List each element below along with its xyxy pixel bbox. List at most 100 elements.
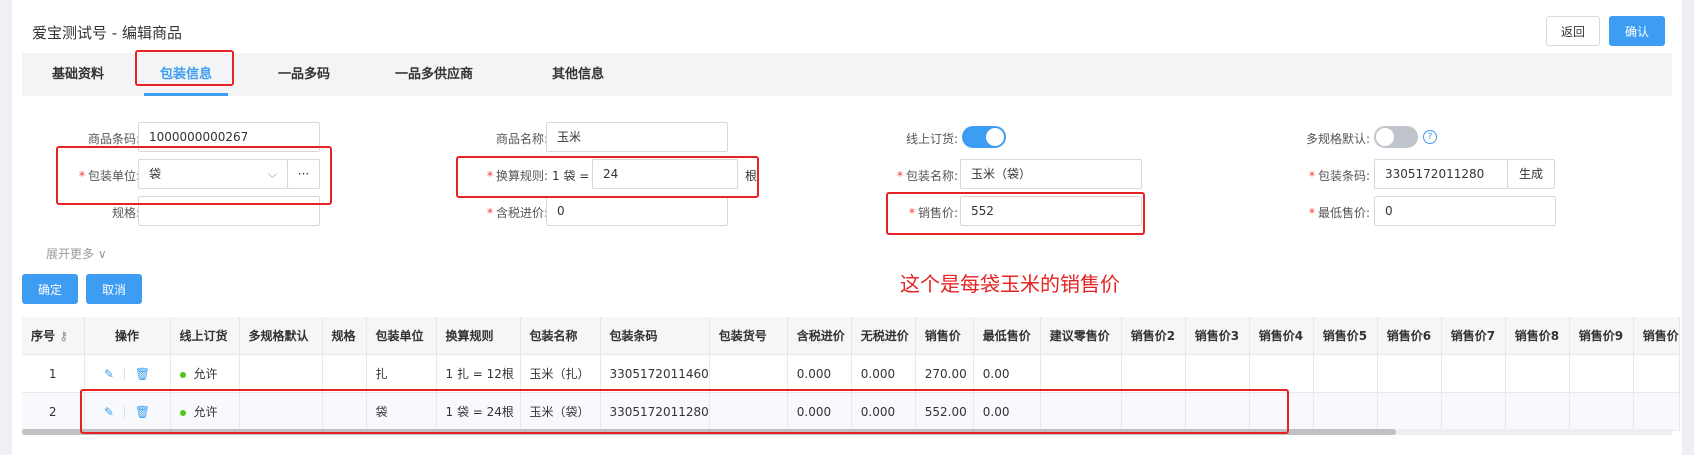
annotation-text: 这个是每袋玉米的销售价 [900,272,1120,296]
column-header: 换算规则 [436,317,521,355]
sale-price-label: * 销售价: [908,206,958,220]
column-header: 销售价6 [1377,317,1442,355]
column-header: 最低售价 [973,317,1041,355]
delete-icon[interactable]: 🗑 [135,367,150,381]
table-cell [1441,354,1506,393]
min-price-input[interactable]: 0 [1374,196,1556,226]
table-cell [1633,392,1680,431]
table-cell [1377,392,1442,431]
conversion-label: * 换算规则: [486,169,548,183]
table-cell [1313,392,1378,431]
pack-barcode-input[interactable]: 3305172011280 [1374,159,1508,189]
pack-name-label: * 包装名称: [896,169,958,183]
row-index: 2 [22,392,85,431]
delete-icon[interactable]: 🗑 [135,405,150,419]
edit-icon[interactable]: ✎ [104,367,114,381]
horizontal-scrollbar-thumb[interactable] [22,429,1396,435]
table-cell [1569,354,1634,393]
column-header: 包装条码 [600,317,710,355]
table-cell: 0.00 [973,354,1041,393]
table-cell: 0.000 [851,354,916,393]
expand-more-link[interactable]: 展开更多 ∨ [46,245,107,262]
table-cell [322,354,367,393]
online-order-toggle[interactable] [962,126,1006,148]
tab-basic-info[interactable]: 基础资料 [52,53,104,96]
column-header: 序号 ⚷ [22,317,85,355]
back-button[interactable]: 返回 [1546,16,1600,46]
generate-button[interactable]: 生成 [1507,159,1555,189]
status-dot-icon [179,409,186,416]
unit-select[interactable]: 袋 ⌵ [138,159,288,189]
table-cell [322,392,367,431]
pack-name-input[interactable]: 玉米（袋） [960,159,1142,189]
key-icon: ⚷ [59,329,68,343]
table-cell [1633,354,1680,393]
active-tab-indicator [144,93,228,96]
table-cell [709,354,788,393]
table-cell [1569,392,1634,431]
column-header: 无税进价 [851,317,916,355]
table-cell [1313,354,1378,393]
table-cell [1121,354,1186,393]
column-header: 销售价5 [1313,317,1378,355]
column-header: 销售价 [1633,317,1680,355]
tab-other-info[interactable]: 其他信息 [552,53,604,96]
chevron-down-icon: ⌵ [267,167,277,181]
table-cell [709,392,788,431]
column-header: 规格 [322,317,367,355]
table-cell: 3305172011460 [600,354,710,393]
table-cell: 1 袋 = 24根 [436,392,521,431]
table-cell: 1 扎 = 12根 [436,354,521,393]
online-order-label: 线上订货: [905,132,958,146]
online-order-cell: 允许 [170,392,240,431]
tab-bar: 基础资料 包装信息 一品多码 一品多供应商 其他信息 [22,53,1672,96]
conversion-suffix: 根 [745,169,758,183]
table-cell: 0.000 [787,354,852,393]
column-header: 包装货号 [709,317,788,355]
table-cell: 0.00 [973,392,1041,431]
tab-multi-supplier[interactable]: 一品多供应商 [395,53,473,96]
table-cell: 扎 [366,354,437,393]
conversion-prefix: 1 袋 = [552,169,590,183]
table-cell [239,392,323,431]
table-cell: 玉米（扎） [520,354,601,393]
ok-button[interactable]: 确定 [22,274,78,304]
table-row[interactable]: 2 ✎ 🗑 允许 袋 1 袋 = 24根 玉米（袋） 3305172011280 … [22,392,1680,431]
table-header-row: 序号 ⚷ 操作 线上订货 多规格默认 规格 包装单位 换算规则 包装名称 包装条… [22,317,1680,355]
tab-multi-barcode[interactable]: 一品多码 [278,53,330,96]
table-cell [1505,392,1570,431]
table-cell [1121,392,1186,431]
cancel-button[interactable]: 取消 [86,274,142,304]
online-order-cell: 允许 [170,354,240,393]
table-cell [1505,354,1570,393]
edit-product-panel: 爱宝测试号 - 编辑商品 返回 确认 基础资料 包装信息 一品多码 一品多供应商… [12,0,1682,455]
table-cell: 袋 [366,392,437,431]
column-header: 操作 [84,317,171,355]
tax-price-input[interactable]: 0 [546,196,728,226]
table-cell: 3305172011280 [600,392,710,431]
sale-price-input[interactable]: 552 [960,196,1142,226]
barcode-input[interactable]: 1000000000267 [138,122,320,152]
spec-label: 规格: [111,206,140,220]
page-title: 爱宝测试号 - 编辑商品 [32,24,182,42]
barcode-label: 商品条码: [87,132,140,146]
table-cell [1185,392,1250,431]
row-actions: ✎ 🗑 [84,354,171,393]
confirm-button[interactable]: 确认 [1609,16,1665,46]
product-name-input[interactable]: 玉米 [546,122,728,152]
help-icon[interactable]: ? [1423,130,1437,144]
table-row[interactable]: 1 ✎ 🗑 允许 扎 1 扎 = 12根 玉米（扎） 3305172011460 … [22,354,1680,393]
unit-more-button[interactable]: ··· [287,159,320,189]
table-cell [1441,392,1506,431]
edit-icon[interactable]: ✎ [104,405,114,419]
status-dot-icon [179,371,186,378]
table-cell: 552.00 [915,392,974,431]
conversion-input[interactable]: 24 [592,159,738,189]
multi-spec-default-toggle[interactable] [1374,126,1418,148]
tab-packaging-info[interactable]: 包装信息 [160,53,212,96]
packaging-table: 序号 ⚷ 操作 线上订货 多规格默认 规格 包装单位 换算规则 包装名称 包装条… [22,317,1680,431]
table-cell [1040,354,1122,393]
spec-input[interactable] [138,196,320,226]
table-cell: 0.000 [787,392,852,431]
product-name-label: 商品名称: [495,132,548,146]
